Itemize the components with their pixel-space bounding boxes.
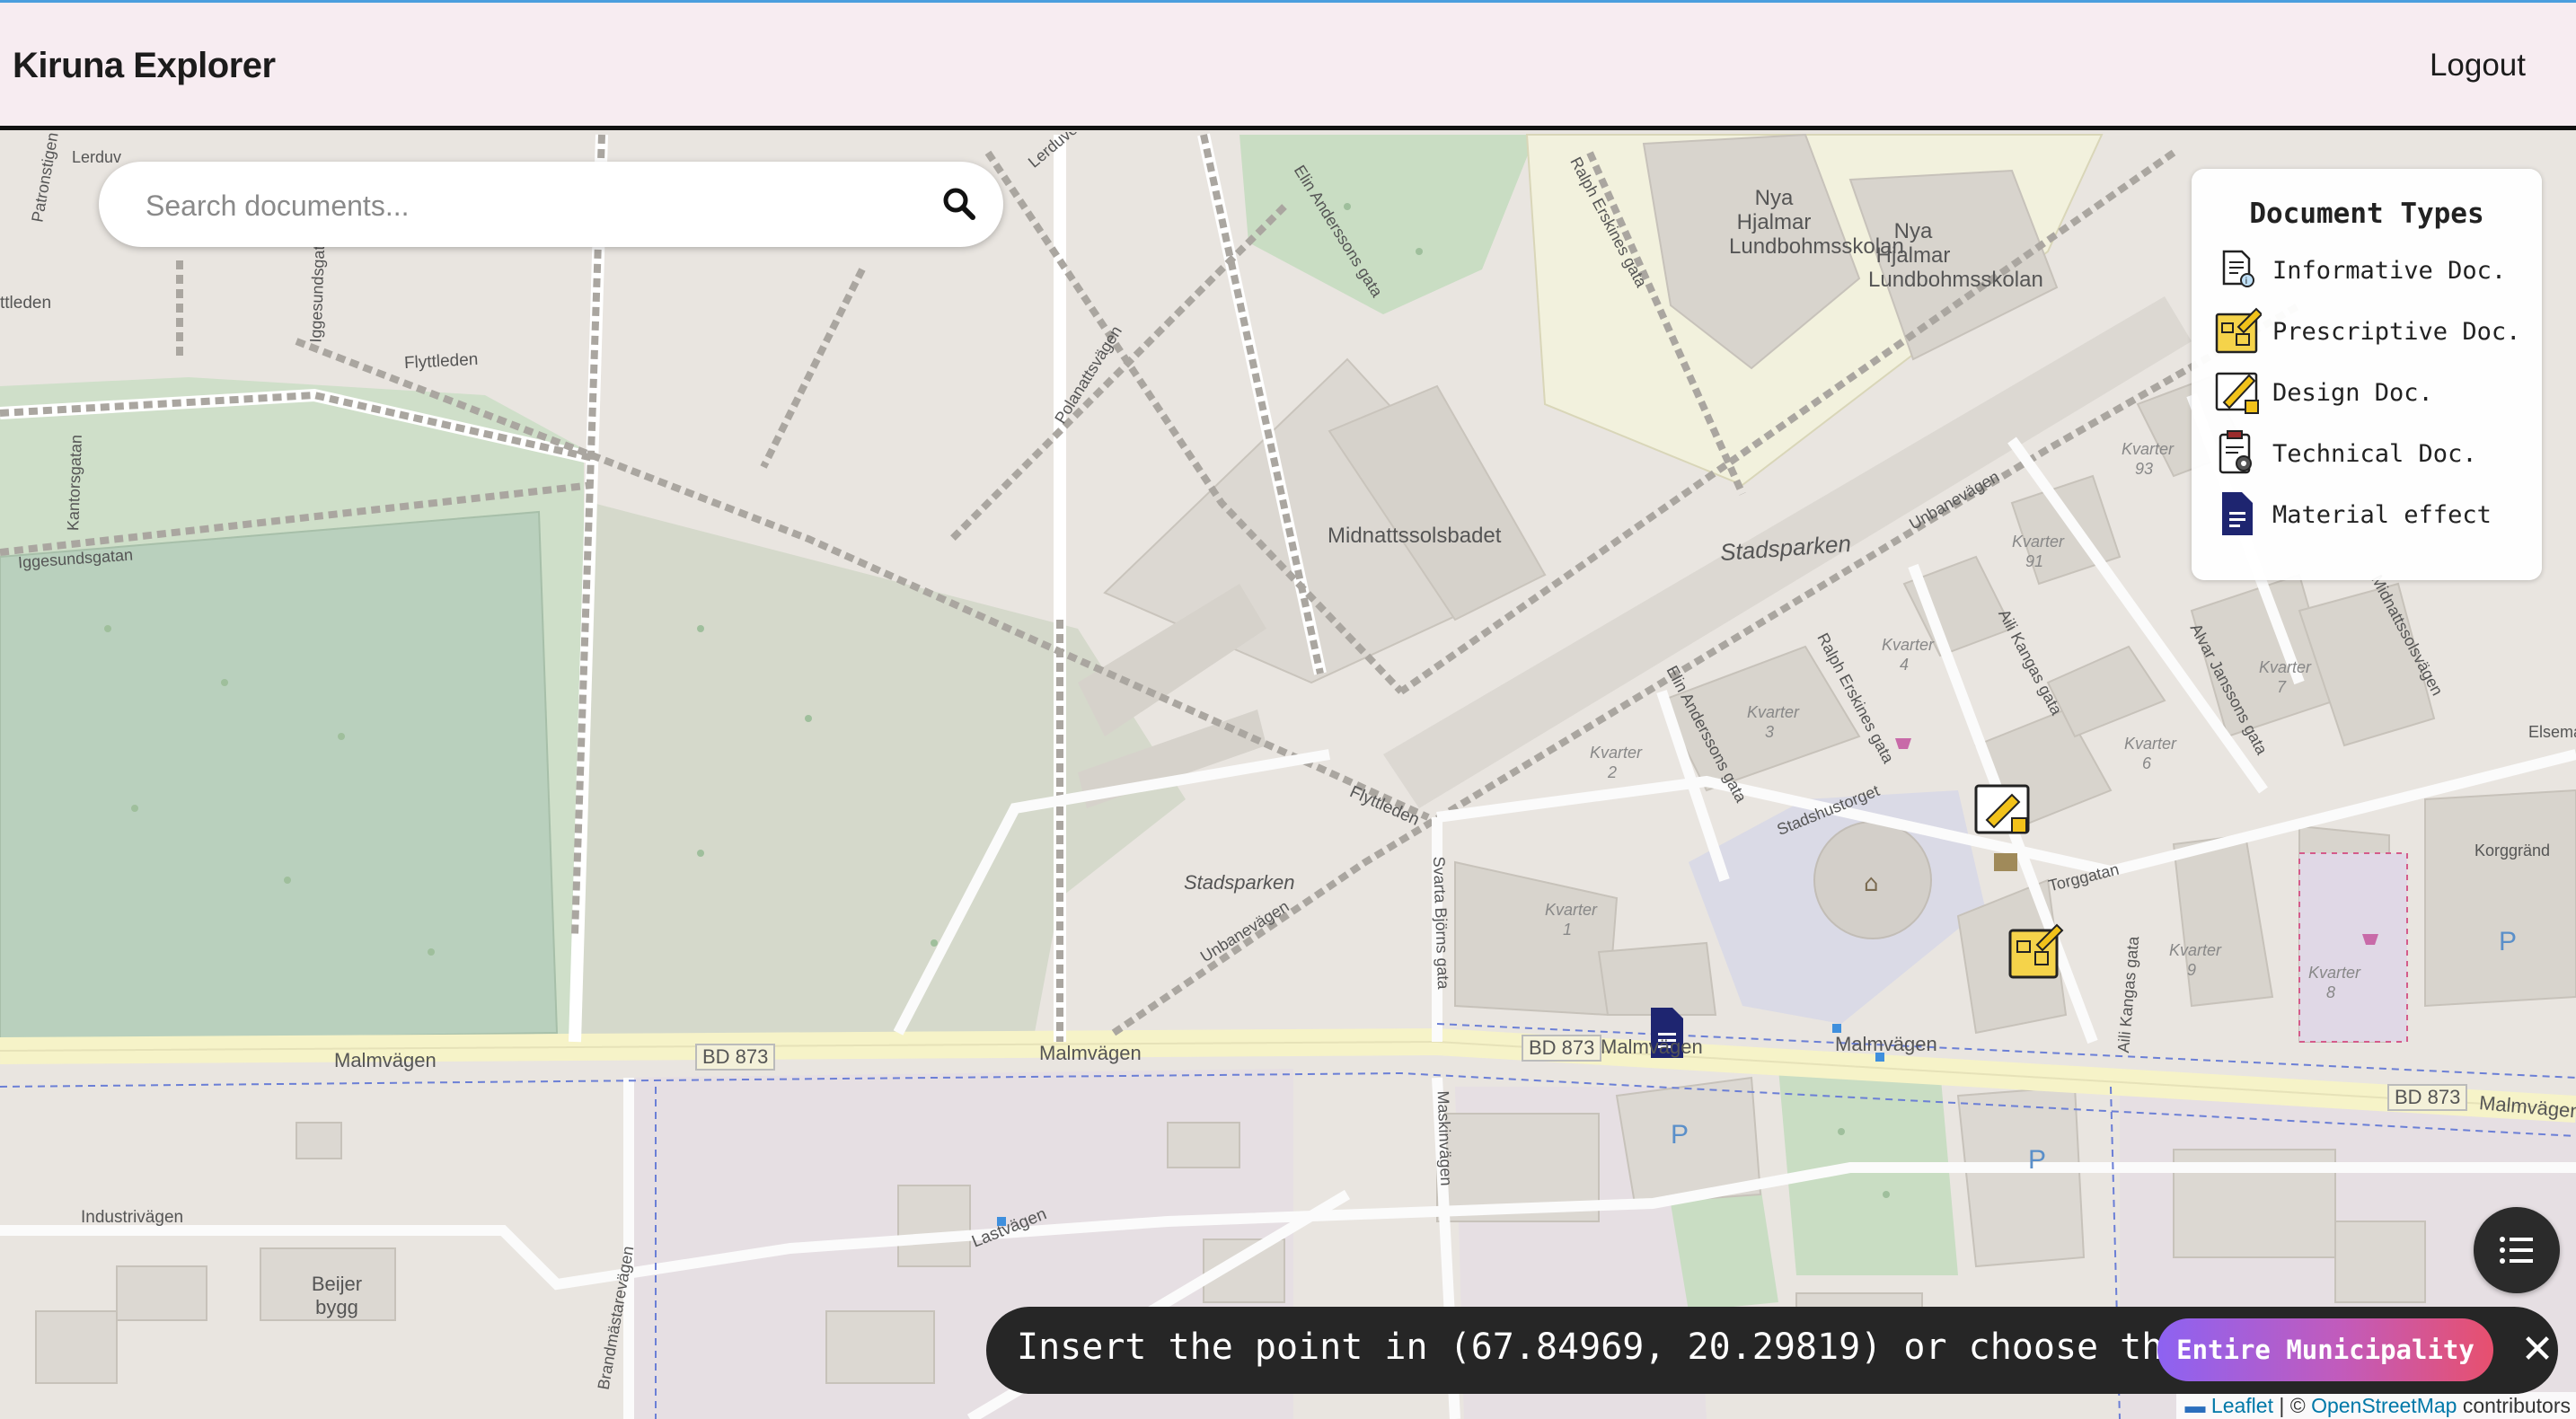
map-label-kvarter: Kvarter 7 [2259,658,2312,696]
map-label-bd873: BD 873 [695,1044,776,1071]
legend-item-label: Technical Doc. [2272,440,2477,468]
search-bar [99,162,1003,247]
map-label-kantorsgatan: Kantorsgatan [64,434,85,532]
map-label-korggrand: Korggränd [2475,842,2551,859]
technical-doc-icon [2219,430,2252,474]
search-icon[interactable] [940,185,978,223]
attribution-suffix: contributors [2457,1394,2571,1417]
entire-municipality-button[interactable]: Entire Municipality [2157,1318,2493,1381]
material-effect-icon [2222,492,2253,535]
osm-link[interactable]: OpenStreetMap [2311,1394,2457,1417]
insert-point-message: Insert the point in (67.84969, 20.29819)… [1017,1326,2185,1368]
map-label-beijer: Beijer bygg [311,1273,363,1318]
map-label-leden: ttleden [0,294,52,313]
map-canvas[interactable]: ⌂ Nya Hjalmar Lundbohmsskolan Nya Hjalma… [0,132,2576,1419]
map-label-maskinvagen: Maskinvägen [1434,1090,1456,1186]
map-label-kvarter: Kvarter 1 [1545,901,1598,939]
map-label-kvarter: Kvarter 3 [1747,703,1800,741]
insert-point-toast: Insert the point in (67.84969, 20.29819)… [986,1307,2558,1394]
map-label-kvarter: Kvarter 9 [2169,941,2222,979]
flag-icon: ▬ [2184,1394,2206,1417]
map-label-kvarter: Kvarter 91 [2012,533,2065,570]
map-label-parking: P [1671,1120,1689,1150]
map-label-malmvagen: Malmvägen [1039,1042,1142,1064]
map-label-kvarter: Kvarter 6 [2124,735,2177,772]
map-label-midnattssolsbadet: Midnattssolsbadet [1328,524,1502,548]
document-types-legend: Document Types i Informative Doc. Prescr… [2192,169,2542,580]
search-input[interactable] [144,180,920,232]
svg-text:⌂: ⌂ [1864,870,1879,897]
map-label-stadsparken: Stadsparken [1184,871,1295,894]
map-label-malmvagen: Malmvägen [334,1049,437,1071]
map-label-industrivagen: Industrivägen [81,1208,184,1227]
list-icon [2500,1237,2533,1264]
map-label-kvarter: Kvarter 8 [2308,964,2361,1001]
close-icon[interactable]: ✕ [2515,1323,2560,1377]
navbar: Kiruna Explorer Logout [0,3,2576,130]
document-list-button[interactable] [2474,1207,2560,1293]
map-tiles: ⌂ [0,132,2576,1419]
app-title: Kiruna Explorer [13,46,276,85]
informative-doc-icon: i [2222,250,2254,287]
legend-title: Document Types [2249,198,2484,230]
map-label-lerduv: Lerduv [72,148,122,166]
logout-button[interactable]: Logout [2430,48,2526,84]
map-label-malmvagen: Malmvägen [1601,1036,1703,1058]
legend-item-label: Design Doc. [2272,379,2433,407]
legend-item-label: Informative Doc. [2272,257,2507,285]
map-label-elsema: Elsema [2528,723,2576,741]
map-label-malmvagen: Malmvägen [1835,1033,1937,1055]
map-label-kvarter: Kvarter 2 [1590,744,1643,781]
map-attribution: ▬ Leaflet | © OpenStreetMap contributors [2175,1392,2576,1419]
legend-item-label: Material effect [2272,501,2492,529]
legend-item-label: Prescriptive Doc. [2272,318,2521,346]
svg-text:i: i [2245,277,2248,286]
map-label-parking: P [2028,1145,2047,1175]
map-label-school: Nya Hjalmar Lundbohmsskolan [1729,186,1904,259]
map-label-parking: P [2499,927,2518,956]
leaflet-link[interactable]: Leaflet [2211,1394,2273,1417]
prescriptive-doc-icon [2215,307,2262,354]
map-label-flyttleden: Flyttleden [403,349,479,374]
attribution-separator: | © [2272,1394,2312,1417]
map-label-bd873: BD 873 [2387,1084,2468,1111]
map-label-kvarter: Kvarter 93 [2122,440,2175,478]
map-label-bd873: BD 873 [1522,1035,1602,1062]
design-doc-marker [1974,784,2030,834]
map-label-kvarter: Kvarter 4 [1882,636,1935,674]
prescriptive-doc-marker [2008,923,2064,979]
design-doc-icon [2215,372,2259,414]
map-label-school: Nya Hjalmar Lundbohmsskolan [1868,219,2043,292]
